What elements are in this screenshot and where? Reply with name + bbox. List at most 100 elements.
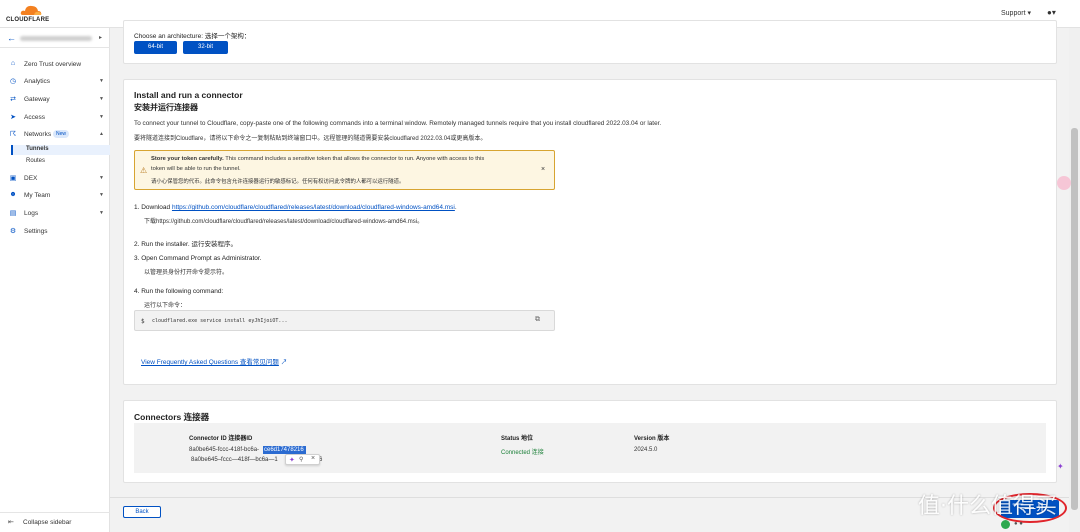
collapse-icon: ⇤ [8,519,14,526]
chevron-up-icon: ▲ [99,131,104,137]
install-description: To connect your tunnel to Cloudflare, co… [134,120,662,127]
copy-icon[interactable]: ⧉ [535,316,540,324]
scrollbar-thumb[interactable] [1071,128,1078,510]
command-box[interactable]: $ cloudflared.exe service install eyJhIj… [134,310,555,331]
step-4-run-command: 4. Run the following command: [134,288,224,295]
selection-popup: ✦ ⚲ × [285,454,320,465]
chevron-down-icon: ▼ [99,210,104,216]
sidebar-item-label: Analytics [24,78,51,85]
step-2-run-installer: 2. Run the installer. 运行安装程序。 [134,241,237,248]
sidebar-item-label: Access [24,114,45,121]
status-connected: Connected 连接 [501,450,544,456]
account-selector[interactable]: ← ▸ [0,28,110,48]
clock-icon: ◷ [9,78,17,85]
sidebar-item-label: Networks [24,131,52,138]
network-icon: ☈ [9,131,17,138]
sidebar-item-label: DEX [24,175,38,182]
step-4-run-command-cn: 运行以下命令： [144,303,187,309]
cloud-logo-icon [20,5,42,15]
connector-version: 2024.5.0 [634,447,658,453]
warning-icon: ⚠ [140,166,148,175]
arch-64bit-button[interactable]: 64-bit [134,41,177,54]
sidebar-item-analytics[interactable]: ◷ Analytics ▼ [0,74,110,90]
sidebar-item-label: Gateway [24,96,50,103]
install-connector-card: Install and run a connector 安装并运行连接器 To … [123,79,1057,385]
selected-text-highlight: ce6d17478216 [263,446,306,454]
back-button[interactable]: Back [123,506,161,518]
sidebar-item-label: Settings [24,228,48,235]
sidebar-item-label: Zero Trust overview [24,61,82,68]
sidebar: ← ▸ ⌂ Zero Trust overview ◷ Analytics ▼ … [0,28,110,532]
connector-id-line2: 8a0be645–fccc—418f—bc6a—1 [191,457,278,463]
sidebar-subitem-routes[interactable]: Routes [26,158,45,164]
step-1-download-cn: 下载https://github.com/cloudflare/cloudfla… [144,219,424,225]
download-msi-link[interactable]: https://github.com/cloudflare/cloudflare… [172,204,455,211]
chevron-down-icon: ▼ [99,192,104,198]
gateway-icon: ⇄ [10,96,16,103]
sidebar-item-access[interactable]: ➤ Access ▼ [0,110,110,126]
team-icon: ☻ [9,191,17,198]
collapse-sidebar-label: Collapse sidebar [23,519,72,526]
logs-icon: ▤ [9,210,17,217]
account-name-blurred [20,36,92,41]
selected-id-text: ce6d17478216 [264,447,304,453]
sidebar-item-dex[interactable]: ▣ DEX ▼ [0,171,110,187]
watermark: 值·什么值得买 [918,494,1057,519]
col-version: Version 版本 [634,436,670,442]
sidebar-item-zero-trust-overview[interactable]: ⌂ Zero Trust overview [0,57,110,73]
warning-text-cn: 请小心保管您的代币。此命令包含允许连接器运行的敏感标记。任何有权访问此令牌的人都… [151,179,405,185]
close-icon[interactable]: × [311,455,315,462]
chevron-down-icon: ▼ [99,96,104,102]
sidebar-item-networks[interactable]: ☈ Networks New ▲ [0,127,110,143]
cloudflare-logo[interactable]: CLOUDFLARE [6,3,54,25]
chevron-down-icon: ▼ [99,175,104,181]
connectors-card: Connectors 连接器 Connector ID 连接器ID Status… [123,400,1057,483]
warning-text: Store your token carefully. This command… [151,156,485,162]
brand-name: CLOUDFLARE [6,17,50,23]
chevron-down-icon: ▼ [99,78,104,84]
chevron-right-icon: ▸ [99,35,103,41]
sidebar-item-label: My Team [24,192,51,199]
faq-link[interactable]: View Frequently Asked Questions 查看常见问题 ↗ [141,356,287,366]
architecture-card: Choose an architecture: 选择一个架构： 64-bit 3… [123,20,1057,64]
step-1-download: 1. Download https://github.com/cloudflar… [134,204,457,211]
floating-helper-icon[interactable] [1057,176,1071,190]
install-description-cn: 要将隧道连接到Cloudflare，请将以下命令之一复制粘贴到终端窗口中。远程管… [134,136,487,142]
watermark-logo-icon [1001,520,1010,529]
dex-icon: ▣ [9,175,17,182]
search-icon[interactable]: ⚲ [299,456,303,463]
architecture-label: Choose an architecture: 选择一个架构： [134,33,251,40]
arch-32bit-button[interactable]: 32-bit [183,41,228,54]
connector-id-prefix: 8a0be645-fccc-418f-bc6a- [189,447,260,453]
step-3-open-cmd-cn: 以管理员身份打开命令提示符。 [144,270,229,276]
sidebar-item-logs[interactable]: ▤ Logs ▼ [0,206,110,222]
collapse-sidebar-button[interactable]: ⇤ Collapse sidebar [0,512,110,532]
token-warning-banner: ⚠ Store your token carefully. This comma… [134,150,555,190]
chevron-down-icon: ▼ [99,114,104,120]
user-icon[interactable]: ●▾ [1047,8,1056,17]
command-prompt: $ [141,318,145,325]
support-menu[interactable]: Support ▾ [1001,9,1031,17]
back-arrow-icon[interactable]: ← [7,33,16,43]
app-window: CLOUDFLARE Support ▾ ●▾ ← ▸ ⌂ Zero Trust… [0,0,1080,532]
assistant-floating-icon[interactable]: ✦ [1057,462,1064,471]
install-title: Install and run a connector [134,90,243,100]
step-3-open-cmd: 3. Open Command Prompt as Administrator. [134,255,262,262]
sidebar-item-label: Logs [24,210,39,217]
col-status: Status 地位 [501,436,534,442]
sidebar-subitem-tunnels[interactable]: Tunnels [26,146,49,152]
warning-text-line2: token will be able to run the tunnel. [151,166,241,172]
install-title-cn: 安装并运行连接器 [134,103,198,112]
sidebar-item-gateway[interactable]: ⇄ Gateway ▼ [0,92,110,108]
gear-icon: ⚙ [9,228,17,235]
assistant-icon[interactable]: ✦ [289,456,295,464]
tray-icons: ● ● [1014,521,1023,527]
sidebar-item-settings[interactable]: ⚙ Settings [0,224,110,240]
command-text: cloudflared.exe service install eyJhIjoi… [152,318,288,324]
close-icon[interactable]: × [541,166,545,173]
home-icon: ⌂ [10,60,16,67]
new-badge: New [53,130,70,138]
external-link-icon: ↗ [280,359,288,366]
connectors-title: Connectors 连接器 [134,412,210,422]
sidebar-item-my-team[interactable]: ☻ My Team ▼ [0,188,110,204]
